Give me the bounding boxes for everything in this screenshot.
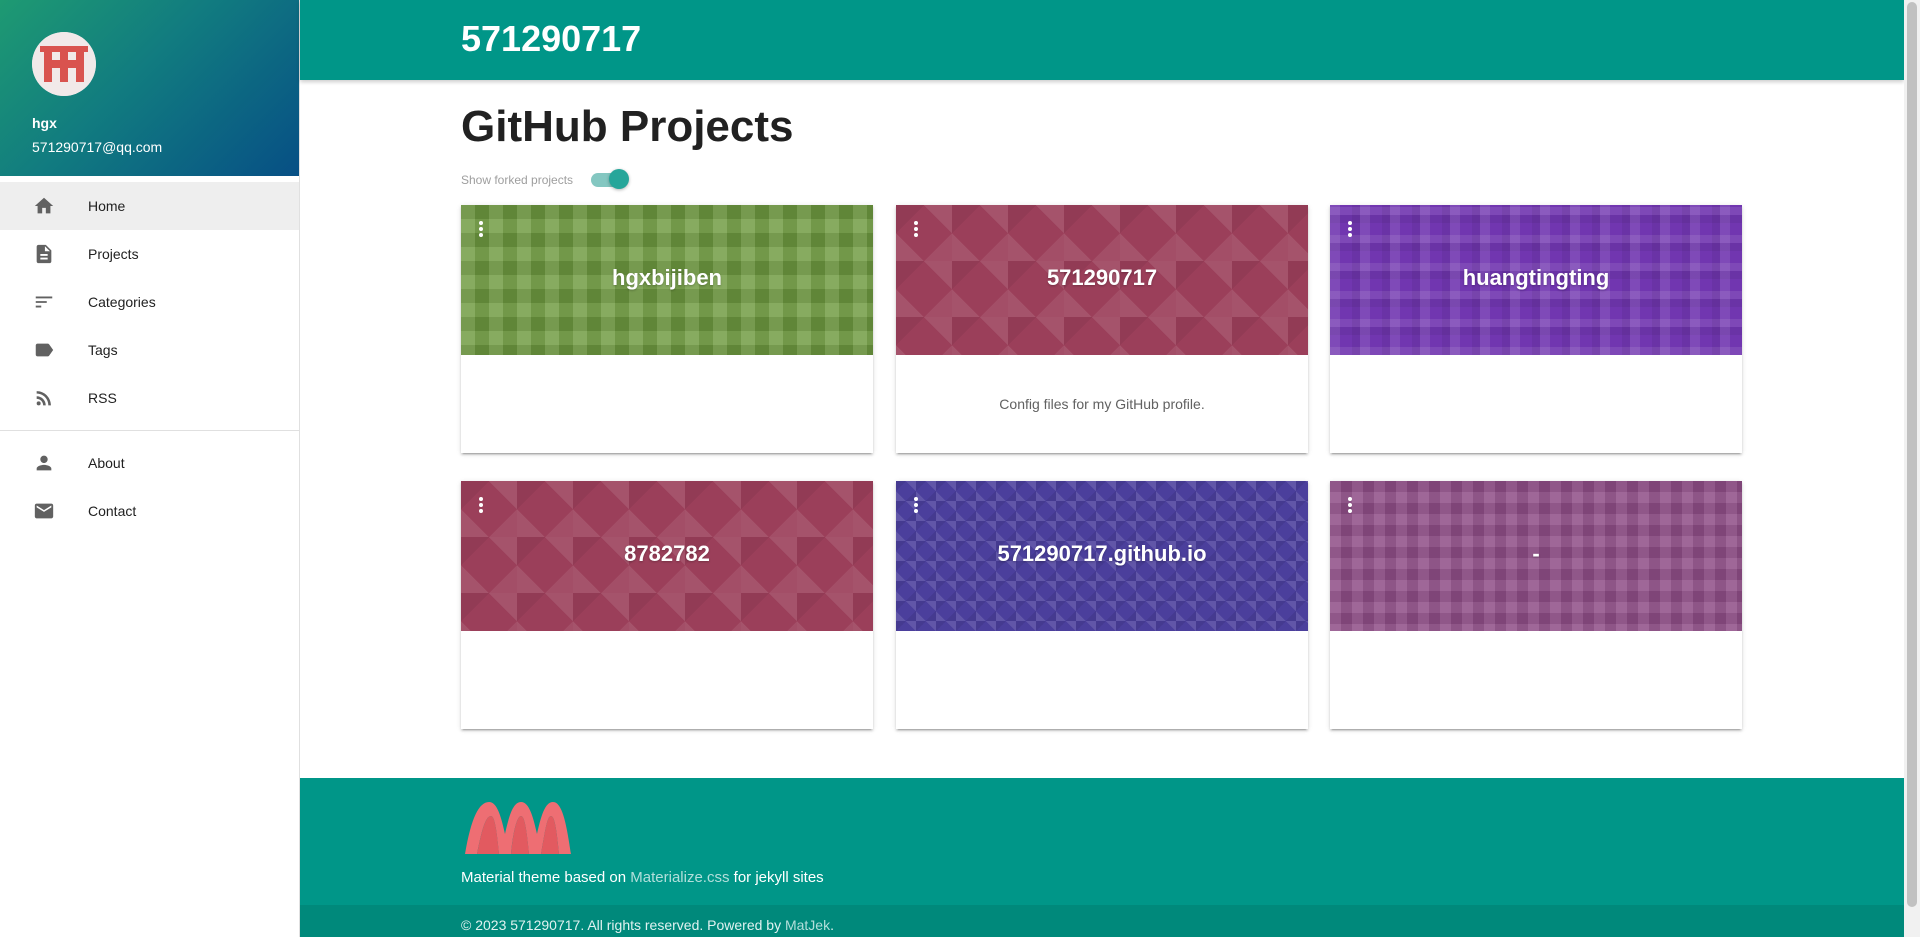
- materialize-logo-icon: [461, 798, 573, 863]
- project-card[interactable]: 571290717 Config files for my GitHub pro…: [896, 205, 1308, 453]
- document-icon: [32, 242, 56, 266]
- project-description: [896, 631, 1308, 729]
- project-card[interactable]: hgxbijiben: [461, 205, 873, 453]
- avatar-logo-icon: [32, 32, 96, 96]
- project-description: [461, 631, 873, 729]
- project-card[interactable]: -: [1330, 481, 1742, 729]
- fork-toggle-row: Show forked projects: [461, 169, 630, 189]
- more-vert-icon[interactable]: [475, 495, 487, 515]
- project-description: Config files for my GitHub profile.: [999, 396, 1205, 412]
- copyright: © 2023 571290717. All rights reserved. P…: [461, 917, 834, 933]
- project-description: [461, 355, 873, 453]
- project-card-image: 571290717.github.io: [896, 481, 1308, 631]
- tag-icon: [32, 338, 56, 362]
- more-vert-icon[interactable]: [910, 219, 922, 239]
- footer-credit: Material theme based on Materialize.css …: [461, 869, 824, 886]
- footer-text-after: for jekyll sites: [733, 869, 824, 886]
- rss-icon: [32, 386, 56, 410]
- top-bar: 571290717: [300, 0, 1904, 80]
- scrollbar-thumb[interactable]: [1907, 2, 1917, 907]
- primary-nav: Home Projects Categories Tags RSS: [0, 176, 299, 422]
- mail-icon: [32, 499, 56, 523]
- nav-divider: [0, 430, 299, 431]
- nav-item-label: Contact: [88, 503, 137, 519]
- home-icon: [32, 194, 56, 218]
- avatar[interactable]: [32, 32, 96, 96]
- footer-text-before: Material theme based on: [461, 869, 627, 886]
- show-forked-toggle[interactable]: [591, 169, 630, 189]
- project-title[interactable]: hgxbijiben: [461, 265, 873, 291]
- nav-item-contact[interactable]: Contact: [0, 487, 299, 535]
- project-title[interactable]: 571290717: [896, 265, 1308, 291]
- nav-item-home[interactable]: Home: [0, 182, 299, 230]
- user-name: hgx: [32, 115, 57, 131]
- footer-copyright-bar: © 2023 571290717. All rights reserved. P…: [300, 905, 1904, 937]
- fork-toggle-label: Show forked projects: [461, 173, 574, 187]
- nav-item-label: Home: [88, 198, 126, 214]
- nav-item-rss[interactable]: RSS: [0, 374, 299, 422]
- project-card-image: 571290717: [896, 205, 1308, 355]
- project-title[interactable]: -: [1330, 541, 1742, 567]
- site-title[interactable]: 571290717: [461, 18, 641, 60]
- user-email[interactable]: 571290717@qq.com: [32, 139, 162, 155]
- nav-item-tags[interactable]: Tags: [0, 326, 299, 374]
- more-vert-icon[interactable]: [1344, 495, 1356, 515]
- materialize-link[interactable]: Materialize.css: [630, 869, 729, 886]
- matjek-link[interactable]: MatJek: [785, 917, 830, 933]
- project-title[interactable]: 571290717.github.io: [896, 541, 1308, 567]
- project-card[interactable]: 8782782: [461, 481, 873, 729]
- nav-item-label: Projects: [88, 246, 139, 262]
- copyright-text: © 2023 571290717. All rights reserved. P…: [461, 917, 782, 933]
- nav-item-label: Tags: [88, 342, 118, 358]
- more-vert-icon[interactable]: [475, 219, 487, 239]
- project-title[interactable]: 8782782: [461, 541, 873, 567]
- footer: Material theme based on Materialize.css …: [300, 778, 1904, 937]
- project-description: [1330, 631, 1742, 729]
- user-view: hgx 571290717@qq.com: [0, 0, 299, 176]
- nav-item-categories[interactable]: Categories: [0, 278, 299, 326]
- nav-item-about[interactable]: About: [0, 439, 299, 487]
- scrollbar[interactable]: [1904, 0, 1920, 937]
- main-content: GitHub Projects Show forked projects hgx…: [300, 80, 1904, 780]
- nav-item-label: About: [88, 455, 125, 471]
- nav-item-label: Categories: [88, 294, 156, 310]
- secondary-nav: About Contact: [0, 439, 299, 535]
- more-vert-icon[interactable]: [910, 495, 922, 515]
- person-icon: [32, 451, 56, 475]
- nav-item-label: RSS: [88, 390, 117, 406]
- toggle-thumb: [609, 169, 630, 189]
- nav-item-projects[interactable]: Projects: [0, 230, 299, 278]
- project-card[interactable]: 571290717.github.io: [896, 481, 1308, 729]
- project-card-image: hgxbijiben: [461, 205, 873, 355]
- sort-icon: [32, 290, 56, 314]
- more-vert-icon[interactable]: [1344, 219, 1356, 239]
- project-card-image: huangtingting: [1330, 205, 1742, 355]
- project-title[interactable]: huangtingting: [1330, 265, 1742, 291]
- project-description: [1330, 355, 1742, 453]
- page-title: GitHub Projects: [461, 102, 794, 151]
- project-card-image: 8782782: [461, 481, 873, 631]
- project-card[interactable]: huangtingting: [1330, 205, 1742, 453]
- copyright-suffix: .: [830, 917, 834, 933]
- sidebar: hgx 571290717@qq.com Home Projects Categ…: [0, 0, 300, 937]
- project-card-image: -: [1330, 481, 1742, 631]
